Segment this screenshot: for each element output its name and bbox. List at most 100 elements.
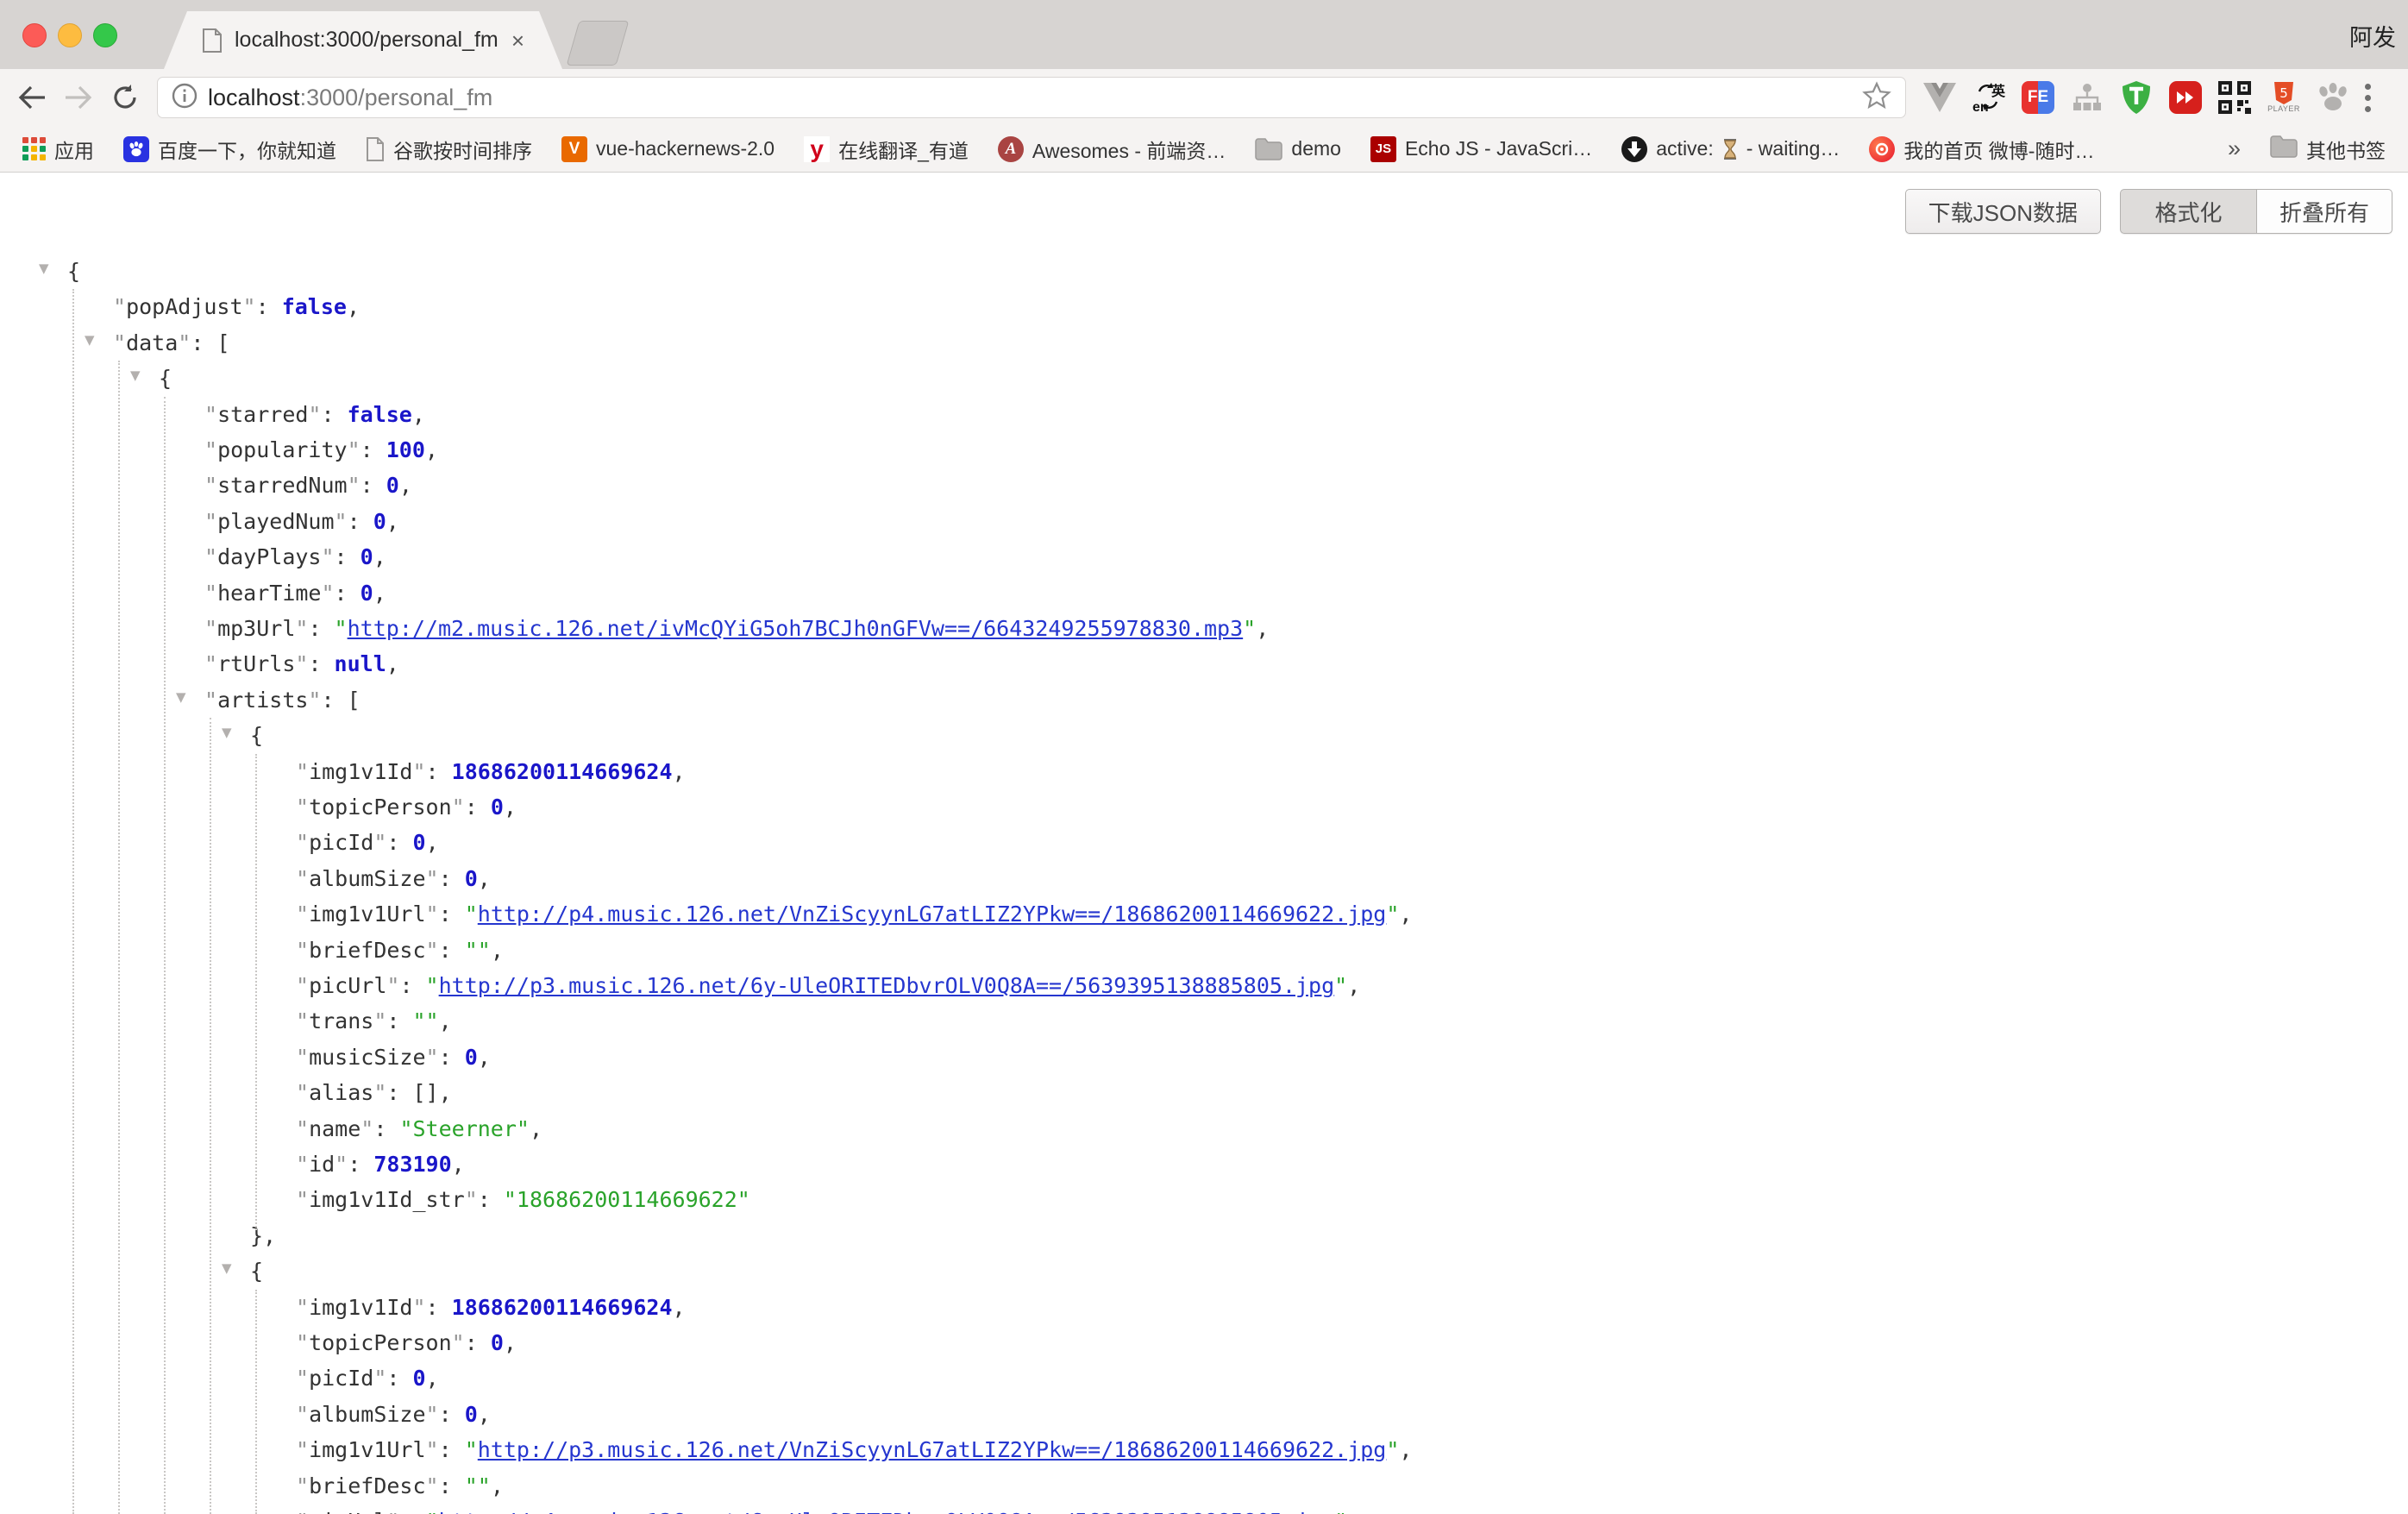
json-line: "id": 783190, xyxy=(296,1150,465,1179)
browser-menu-icon[interactable] xyxy=(2365,84,2371,112)
vue-devtools-extension-icon[interactable] xyxy=(1922,79,1958,116)
close-window-button[interactable] xyxy=(22,23,47,47)
bookmark-item[interactable]: 百度一下，你就知道 xyxy=(123,135,336,164)
json-line: "img1v1Id_str": "18686200114669622" xyxy=(296,1185,750,1215)
bookmark-item[interactable]: y 在线翻译_有道 xyxy=(804,135,969,164)
activedl-icon xyxy=(1621,136,1647,162)
page-icon xyxy=(366,137,385,161)
json-url-link[interactable]: http://p3.music.126.net/VnZiScyynLG7atLI… xyxy=(478,1437,1387,1462)
translate-extension-icon[interactable]: 英 en xyxy=(1971,79,2007,116)
svg-text:5: 5 xyxy=(2279,85,2288,101)
bookmark-label: Awesomes - 前端资… xyxy=(1032,135,1226,164)
bookmark-item[interactable]: JS Echo JS - JavaScri… xyxy=(1370,136,1592,162)
collapse-triangle-icon[interactable]: ▼ xyxy=(130,368,141,383)
bookmark-item[interactable]: active:- waiting… xyxy=(1621,136,1840,162)
bookmark-label: 谷歌按时间排序 xyxy=(393,135,532,164)
bookmark-label: 在线翻译_有道 xyxy=(838,135,969,164)
minimize-window-button[interactable] xyxy=(58,23,82,47)
json-url-link[interactable]: http://p4.music.126.net/6y-UleORITEDbvrO… xyxy=(439,1509,1335,1514)
bookmark-star-icon[interactable] xyxy=(1862,81,1891,115)
json-line: "popAdjust": false, xyxy=(113,292,360,322)
qr-code-extension-icon[interactable] xyxy=(2217,79,2253,116)
json-line: { xyxy=(159,364,172,393)
traffic-lights xyxy=(22,23,117,47)
sitemap-extension-icon[interactable] xyxy=(2069,79,2105,116)
folder-icon xyxy=(1255,138,1282,160)
url-text: localhost:3000/personal_fm xyxy=(208,85,1862,111)
bookmark-label: 应用 xyxy=(54,135,94,164)
indent-guide xyxy=(210,718,211,1514)
url-host: localhost xyxy=(208,85,300,110)
fast-forward-red-extension-icon[interactable] xyxy=(2167,79,2204,116)
bookmark-label: - waiting… xyxy=(1746,137,1840,160)
bookmarks-overflow-chevron[interactable]: » xyxy=(2228,135,2241,162)
url-bar[interactable]: localhost:3000/personal_fm xyxy=(157,77,1906,118)
json-line: "trans": "", xyxy=(296,1007,452,1036)
bookmark-label: demo xyxy=(1291,137,1341,160)
browser-toolbar: localhost:3000/personal_fm 英 en FE xyxy=(0,69,2408,126)
json-line: "albumSize": 0, xyxy=(296,1400,491,1429)
collapse-triangle-icon[interactable]: ▼ xyxy=(222,1260,232,1276)
page-content: 下载JSON数据 格式化 折叠所有 {▼"popAdjust": false,"… xyxy=(0,173,2408,1514)
json-line: "playedNum": 0, xyxy=(204,507,399,537)
bookmark-item[interactable]: 我的首页 微博-随时… xyxy=(1869,135,2094,164)
json-line: { xyxy=(250,721,263,751)
json-tree: {▼"popAdjust": false,"data": [▼{▼"starre… xyxy=(0,173,2408,1514)
bookmark-label: Echo JS - JavaScri… xyxy=(1405,137,1592,160)
json-line: "topicPerson": 0, xyxy=(296,1329,517,1358)
other-bookmarks-folder[interactable]: 其他书签 xyxy=(2270,135,2386,164)
json-line: "name": "Steerner", xyxy=(296,1115,542,1144)
url-path: :3000/personal_fm xyxy=(300,85,493,110)
hourglass-icon xyxy=(1722,139,1738,160)
json-url-link[interactable]: http://p3.music.126.net/6y-UleORITEDbvrO… xyxy=(439,973,1335,998)
bookmark-item[interactable]: A Awesomes - 前端资… xyxy=(998,135,1226,164)
reload-button[interactable] xyxy=(105,78,145,117)
youdao-icon: y xyxy=(804,136,830,162)
json-line: "alias": [], xyxy=(296,1078,452,1108)
bookmark-item[interactable]: Vvue-hackernews-2.0 xyxy=(561,136,774,162)
json-line: "img1v1Id": 18686200114669624, xyxy=(296,757,686,787)
indent-guide xyxy=(255,754,257,1230)
browser-window: localhost:3000/personal_fm × 阿发 localhos… xyxy=(0,0,2408,1513)
paw-extension-icon[interactable] xyxy=(2315,79,2351,116)
bookmark-item[interactable]: demo xyxy=(1255,137,1341,160)
json-line: "hearTime": 0, xyxy=(204,579,386,608)
echojs-icon: JS xyxy=(1370,136,1396,162)
html5-player-extension-icon[interactable]: 5 PLAYER xyxy=(2266,79,2302,116)
fehelper-extension-icon[interactable]: FE xyxy=(2020,79,2056,116)
site-info-icon[interactable] xyxy=(172,83,198,113)
json-line: "albumSize": 0, xyxy=(296,864,491,894)
json-line: "artists": [ xyxy=(204,686,361,715)
json-url-link[interactable]: http://m2.music.126.net/ivMcQYiG5oh7BCJh… xyxy=(348,616,1244,641)
json-line: "img1v1Url": "http://p3.music.126.net/Vn… xyxy=(296,1435,1412,1465)
zoom-window-button[interactable] xyxy=(93,23,117,47)
window-titlebar: localhost:3000/personal_fm × 阿发 xyxy=(0,0,2408,69)
bookmark-label: vue-hackernews-2.0 xyxy=(596,137,774,160)
collapse-triangle-icon[interactable]: ▼ xyxy=(176,689,186,705)
tab-close-icon[interactable]: × xyxy=(511,29,524,52)
folder-icon xyxy=(2270,135,2298,162)
indent-guide xyxy=(255,1290,257,1514)
profile-name[interactable]: 阿发 xyxy=(2349,19,2396,53)
indent-guide xyxy=(118,361,120,1514)
vue-icon: V xyxy=(561,136,587,162)
shield-t-extension-icon[interactable] xyxy=(2118,79,2154,116)
forward-button[interactable] xyxy=(59,78,98,117)
bookmark-label: 百度一下，你就知道 xyxy=(158,135,336,164)
json-line: "starred": false, xyxy=(204,400,425,430)
bookmark-label: 其他书签 xyxy=(2306,135,2386,164)
awesomes-icon: A xyxy=(998,136,1024,162)
new-tab-button[interactable] xyxy=(567,21,630,66)
collapse-triangle-icon[interactable]: ▼ xyxy=(85,332,95,348)
bookmark-item[interactable]: 谷歌按时间排序 xyxy=(366,135,532,164)
json-line: "img1v1Url": "http://p4.music.126.net/Vn… xyxy=(296,900,1412,929)
json-line: { xyxy=(250,1257,263,1286)
json-url-link[interactable]: http://p4.music.126.net/VnZiScyynLG7atLI… xyxy=(478,901,1387,927)
back-button[interactable] xyxy=(12,78,52,117)
apps-icon xyxy=(22,137,46,160)
bookmark-item[interactable]: 应用 xyxy=(22,135,94,164)
collapse-triangle-icon[interactable]: ▼ xyxy=(39,261,49,276)
browser-tab[interactable]: localhost:3000/personal_fm × xyxy=(164,11,562,69)
json-line: "picId": 0, xyxy=(296,1364,439,1393)
collapse-triangle-icon[interactable]: ▼ xyxy=(222,725,232,740)
